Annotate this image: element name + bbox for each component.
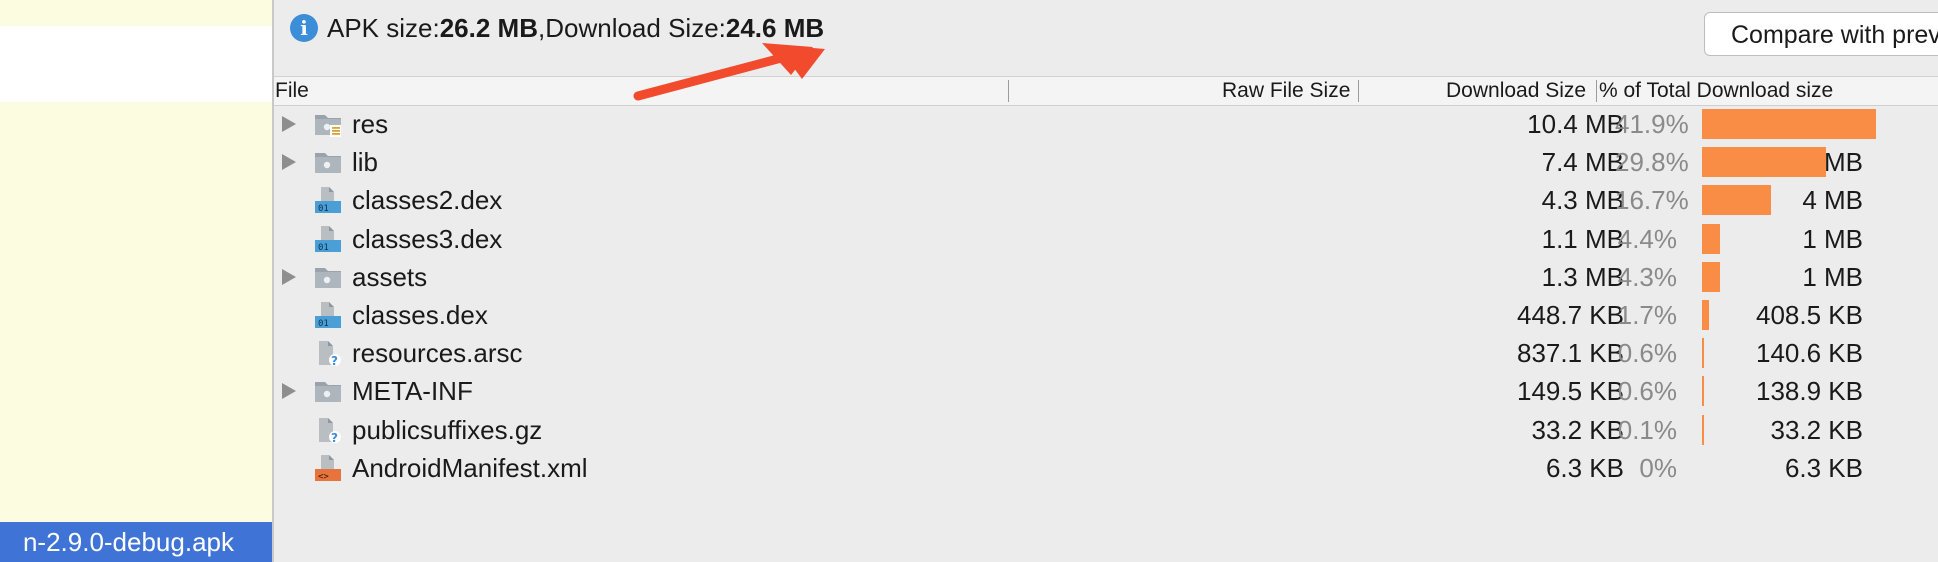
raw-file-size: 4.3 MB [1541,185,1624,216]
expand-arrow-icon[interactable] [282,268,296,285]
table-row[interactable]: <> AndroidManifest.xml 6.3 KB 6.3 KB 0% [274,449,1938,487]
svg-text:<>: <> [318,472,329,482]
dex-file-icon: 01 [314,301,342,329]
size-bar [1702,414,1704,445]
file-name: publicsuffixes.gz [352,414,543,445]
download-size-value: 24.6 MB [725,12,825,43]
download-size: 138.9 KB [1756,376,1863,407]
apk-size-label: APK size: [327,12,440,43]
percent-of-total: 4.3% [1617,261,1677,292]
raw-file-size: 33.2 KB [1531,414,1624,445]
table-row[interactable]: assets 1.3 MB 1 MB 4.3% [274,258,1938,296]
unknown-file-icon: ? [314,339,342,368]
project-tree-pane: n-2.9.0-debug.apk [0,0,274,562]
percent-of-total: 4.4% [1617,223,1677,254]
percent-of-total: 41.9% [1615,109,1689,139]
file-name: lib [352,147,379,178]
column-divider[interactable] [1358,80,1359,102]
dex-file-icon: 01 [314,186,342,214]
table-row[interactable]: META-INF 149.5 KB 138.9 KB 0.6% [274,372,1938,410]
svg-text:?: ? [331,354,338,367]
svg-text:01: 01 [318,204,329,214]
size-bar [1702,109,1876,139]
download-size: 1 MB [1802,261,1863,292]
table-row[interactable]: 01 classes2.dex 4.3 MB 4 MB 16.7% [274,181,1938,219]
download-size: 33.2 KB [1770,414,1863,445]
table-row[interactable]: lib7.4 MB7.1 MB29.8% [274,143,1938,181]
download-size: 1 MB [1802,223,1863,254]
percent-of-total: 0% [1639,452,1677,483]
expand-arrow-icon[interactable] [282,383,296,400]
column-file[interactable]: File [275,77,309,105]
folder-icon [314,263,342,291]
expand-arrow-icon[interactable] [282,116,296,132]
size-bar [1702,261,1720,292]
raw-file-size: 1.3 MB [1541,261,1624,292]
selected-apk-label: n-2.9.0-debug.apk [22,527,234,557]
size-bar [1702,376,1704,407]
column-raw-size[interactable]: Raw File Size [1222,77,1350,105]
apk-analyzer-panel: i APK size: 26.2 MB, Download Size: 24.6… [274,0,1938,562]
table-row[interactable]: res10.4 MB10 MB41.9% [274,105,1938,143]
raw-file-size: 7.4 MB [1541,147,1624,178]
dex-file-icon: 01 [314,225,342,253]
percent-of-total: 29.8% [1615,147,1689,178]
raw-file-size: 837.1 KB [1517,338,1624,369]
file-name: resources.arsc [352,338,523,369]
apk-size-value: 26.2 MB [439,12,538,43]
column-divider[interactable] [1596,80,1597,102]
file-name: classes2.dex [352,185,503,216]
resource-folder-icon [314,110,342,138]
svg-text:01: 01 [318,243,329,253]
info-icon: i [290,14,318,42]
summary-separator: , [537,12,546,43]
download-size: 6.3 KB [1784,452,1863,483]
file-table-header: File Raw File Size Download Size % of To… [274,76,1938,106]
file-name: res [352,109,389,139]
tree-blank-area [0,26,272,102]
column-download-size[interactable]: Download Size [1446,77,1586,105]
raw-file-size: 1.1 MB [1541,223,1624,254]
expand-arrow-icon[interactable] [282,154,296,171]
folder-icon [314,148,342,176]
size-bar [1702,185,1771,216]
svg-text:?: ? [331,431,338,444]
unknown-file-icon: ? [314,416,342,445]
file-name: AndroidManifest.xml [352,452,588,483]
download-size: 408.5 KB [1756,300,1863,330]
file-name: classes3.dex [352,223,503,254]
table-row[interactable]: ? resources.arsc 837.1 KB 140.6 KB 0.6% [274,334,1938,372]
xml-file-icon: <> [314,454,342,482]
folder-icon [314,377,342,405]
selected-apk-item[interactable]: n-2.9.0-debug.apk [0,522,272,562]
raw-file-size: 149.5 KB [1517,376,1624,407]
percent-of-total: 0.1% [1617,414,1677,445]
percent-of-total: 1.7% [1617,300,1677,330]
size-bar [1702,147,1826,178]
raw-file-size: 6.3 KB [1545,452,1624,483]
svg-text:01: 01 [318,319,329,329]
download-size: 140.6 KB [1756,338,1863,369]
percent-of-total: 0.6% [1617,376,1677,407]
size-bar [1702,338,1704,369]
size-bar [1702,223,1720,254]
download-size: 4 MB [1802,185,1863,216]
percent-of-total: 16.7% [1615,185,1689,216]
file-name: assets [352,261,428,292]
apk-size-summary: i APK size: 26.2 MB, Download Size: 24.6… [290,10,824,46]
column-divider[interactable] [1008,80,1009,102]
table-row[interactable]: ? publicsuffixes.gz 33.2 KB 33.2 KB 0.1% [274,411,1938,449]
download-size-label: Download Size: [545,12,726,43]
size-bar [1702,300,1709,330]
table-row[interactable]: 01 classes3.dex 1.1 MB 1 MB 4.4% [274,220,1938,258]
percent-of-total: 0.6% [1617,338,1677,369]
column-percent[interactable]: % of Total Download size [1599,77,1833,105]
compare-with-previous-button[interactable]: Compare with previous APK... [1704,12,1938,56]
raw-file-size: 448.7 KB [1517,300,1624,330]
file-name: META-INF [352,376,473,407]
file-name: classes.dex [352,300,488,330]
raw-file-size: 10.4 MB [1527,109,1624,139]
table-row[interactable]: 01 classes.dex 448.7 KB 408.5 KB 1.7% [274,296,1938,334]
